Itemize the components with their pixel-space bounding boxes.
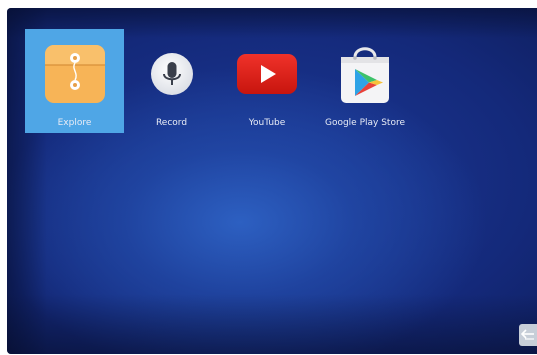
app-tile-explore[interactable]: Explore <box>25 29 124 133</box>
app-tile-record[interactable]: Record <box>124 29 219 133</box>
app-label-youtube: YouTube <box>248 118 286 128</box>
app-label-explore: Explore <box>57 118 92 128</box>
folder-icon <box>25 44 124 104</box>
back-arrow-icon <box>520 326 535 345</box>
app-grid: Explore Record YouTube Google Play Store <box>25 29 415 133</box>
app-tile-google-play-store[interactable]: Google Play Store <box>315 29 415 133</box>
app-label-record: Record <box>155 118 188 128</box>
app-tile-youtube[interactable]: YouTube <box>219 29 315 133</box>
app-label-google-play-store: Google Play Store <box>324 118 405 128</box>
microphone-icon <box>124 44 219 104</box>
youtube-icon <box>219 44 315 104</box>
play-store-icon <box>315 44 415 104</box>
back-button[interactable] <box>519 324 537 346</box>
device-frame: Explore Record YouTube Google Play Store <box>0 0 537 355</box>
home-screen: Explore Record YouTube Google Play Store <box>7 8 537 354</box>
